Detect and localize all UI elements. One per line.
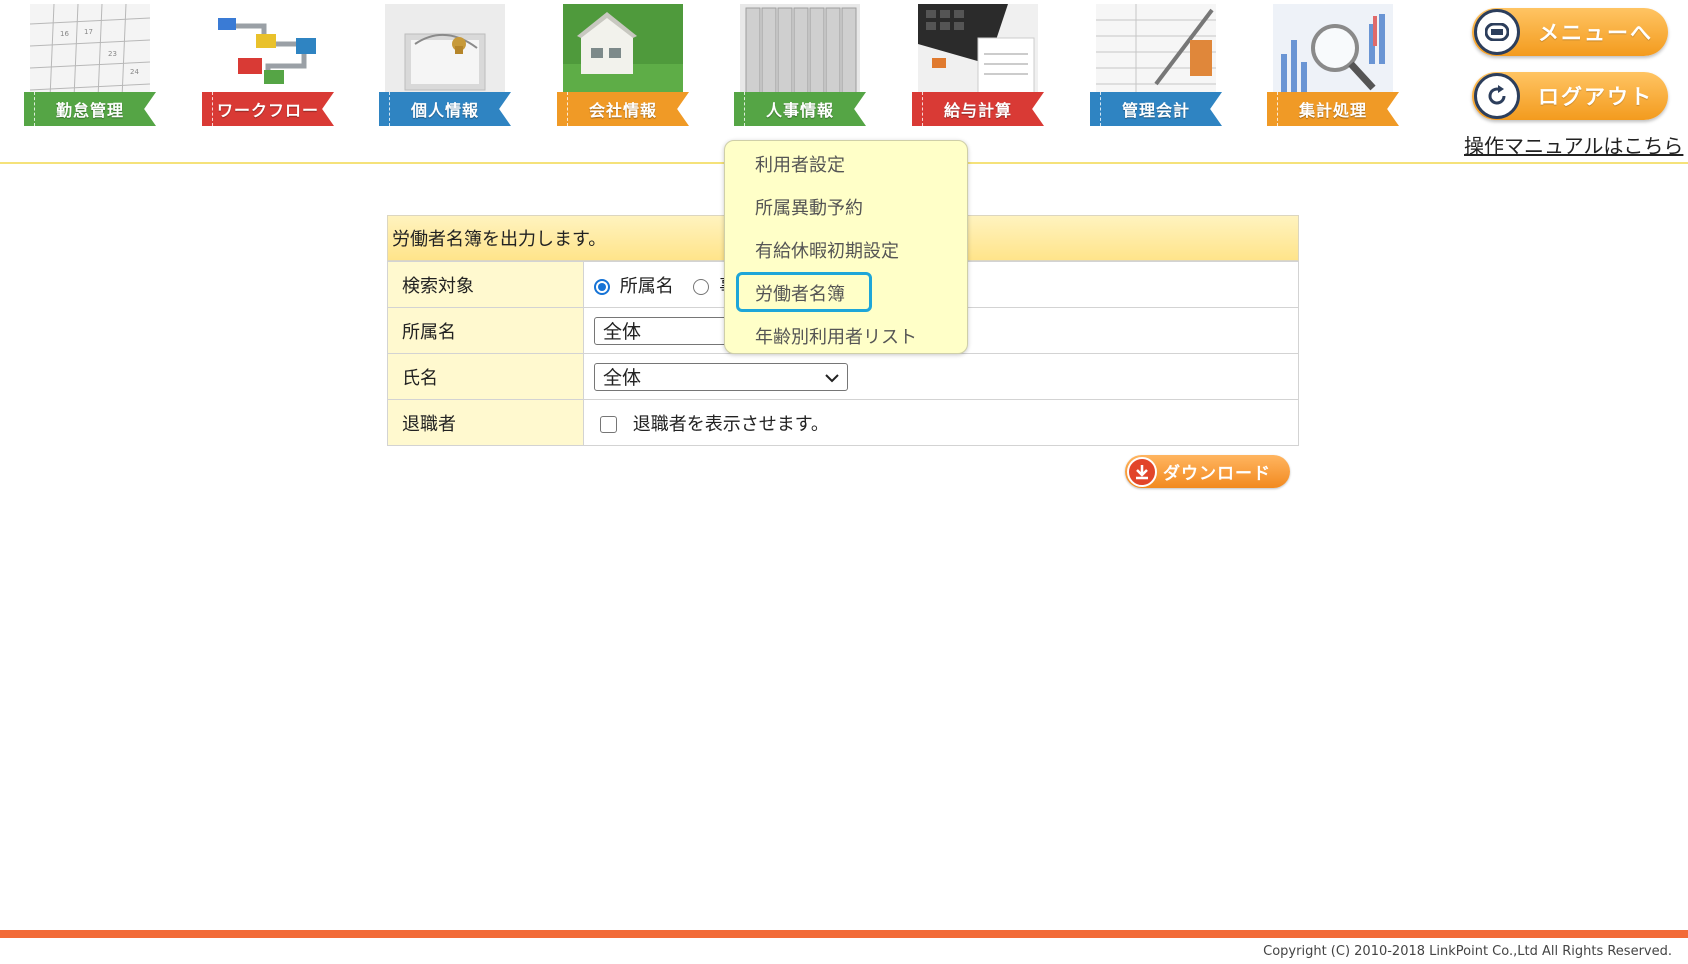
svg-text:16: 16 xyxy=(60,30,69,38)
download-button[interactable]: ダウンロード xyxy=(1125,455,1290,488)
menu-item-worker-register[interactable]: 労働者名簿 xyxy=(755,280,845,306)
svg-text:17: 17 xyxy=(84,28,93,36)
ledger-thumbnail xyxy=(1096,4,1216,98)
radio-department-label: 所属名 xyxy=(619,275,674,297)
menu-item-user-settings[interactable]: 利用者設定 xyxy=(755,151,845,177)
download-icon xyxy=(1127,456,1157,487)
department-label: 所属名 xyxy=(387,307,584,354)
show-retired-checkbox[interactable] xyxy=(600,416,617,433)
radio-department[interactable] xyxy=(594,278,610,295)
nav-workflow[interactable]: ワークフロー xyxy=(198,4,338,126)
menu-item-age-user-list[interactable]: 年齢別利用者リスト xyxy=(755,323,917,349)
workflow-thumbnail xyxy=(208,4,328,98)
nav-personal-info-label: 個人情報 xyxy=(379,92,511,126)
nav-aggregation[interactable]: 集計処理 xyxy=(1263,4,1403,126)
name-select-value: 全体 xyxy=(603,367,642,389)
nav-attendance-label: 勤怠管理 xyxy=(24,92,156,126)
svg-text:24: 24 xyxy=(130,68,139,76)
logout-button-label: ログアウト xyxy=(1538,85,1653,109)
nav-attendance[interactable]: 16 17 23 24 勤怠管理 xyxy=(20,4,160,126)
nav-hr-info[interactable]: 人事情報 xyxy=(730,4,870,126)
nav-hr-info-label: 人事情報 xyxy=(734,92,866,126)
calendar-thumbnail: 16 17 23 24 xyxy=(30,4,150,98)
nav-workflow-label: ワークフロー xyxy=(202,92,334,126)
name-label: 氏名 xyxy=(387,353,584,400)
nav-aggregation-label: 集計処理 xyxy=(1267,92,1399,126)
download-button-label: ダウンロード xyxy=(1163,464,1271,484)
nav-management-accounting-label: 管理会計 xyxy=(1090,92,1222,126)
magnifier-chart-thumbnail xyxy=(1273,4,1393,98)
nav-company-info[interactable]: 会社情報 xyxy=(553,4,693,126)
radio-other[interactable] xyxy=(693,278,710,295)
nav-payroll[interactable]: 給与計算 xyxy=(908,4,1048,126)
menu-item-paid-leave-setup[interactable]: 有給休暇初期設定 xyxy=(755,237,899,263)
house-thumbnail xyxy=(563,4,683,98)
name-select[interactable]: 全体 xyxy=(594,362,848,391)
menu-item-transfer-reservation[interactable]: 所属異動予約 xyxy=(755,194,863,220)
nav-personal-info[interactable]: 個人情報 xyxy=(375,4,515,126)
menu-icon xyxy=(1474,9,1520,55)
footer-bar xyxy=(0,930,1688,938)
department-select-value: 全体 xyxy=(603,321,642,343)
files-thumbnail xyxy=(740,4,860,98)
refresh-icon xyxy=(1474,73,1520,119)
calculator-thumbnail xyxy=(918,4,1038,98)
nav-company-info-label: 会社情報 xyxy=(557,92,689,126)
row-retired: 退職者 退職者を表示させます。 xyxy=(387,399,1299,446)
menu-button[interactable]: メニューへ xyxy=(1472,8,1668,56)
manual-link[interactable]: 操作マニュアルはこちら xyxy=(1464,130,1683,159)
nav-payroll-label: 給与計算 xyxy=(912,92,1044,126)
row-name: 氏名 全体 xyxy=(387,353,1299,400)
lock-thumbnail xyxy=(385,4,505,98)
hr-info-dropdown-menu: 利用者設定 所属異動予約 有給休暇初期設定 労働者名簿 年齢別利用者リスト xyxy=(724,140,968,354)
logout-button[interactable]: ログアウト xyxy=(1472,72,1668,120)
retired-label: 退職者 xyxy=(387,399,584,446)
search-target-label: 検索対象 xyxy=(387,261,584,308)
chevron-down-icon xyxy=(825,366,839,388)
copyright: Copyright (C) 2010-2018 LinkPoint Co.,Lt… xyxy=(1263,944,1672,959)
show-retired-label: 退職者を表示させます。 xyxy=(632,413,829,435)
menu-button-label: メニューへ xyxy=(1538,21,1653,45)
svg-text:23: 23 xyxy=(108,50,117,58)
nav-management-accounting[interactable]: 管理会計 xyxy=(1086,4,1226,126)
